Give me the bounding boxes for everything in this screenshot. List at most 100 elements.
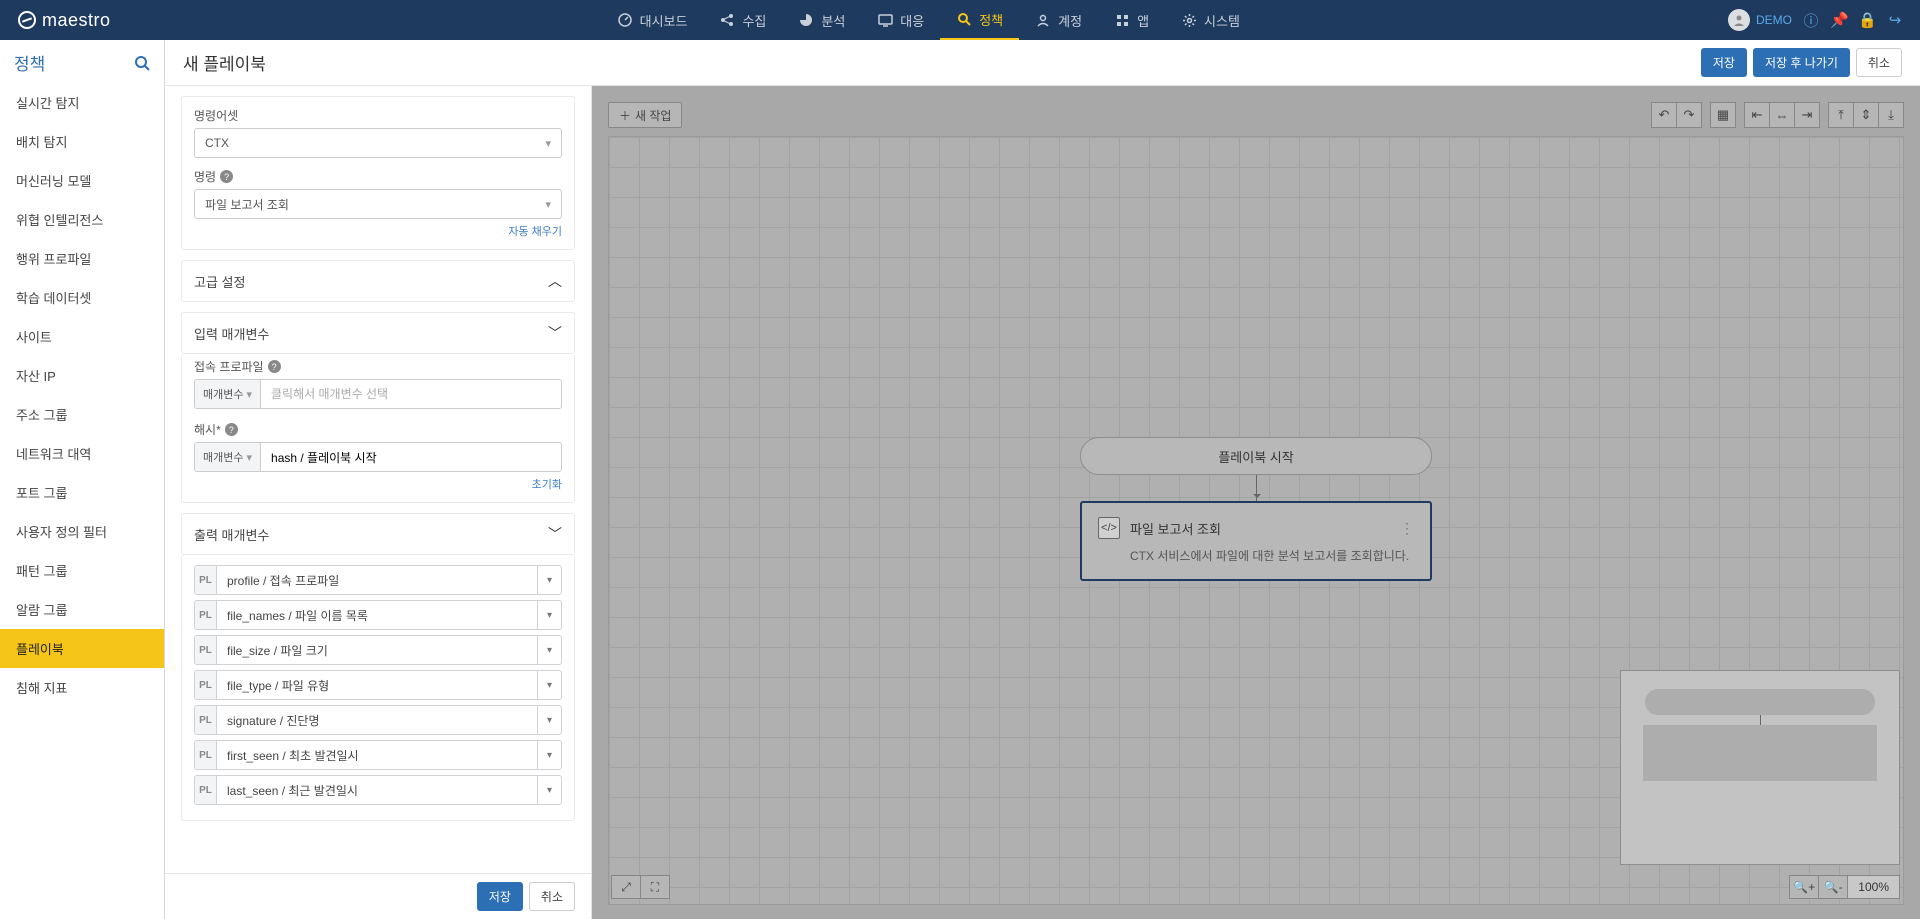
- cmd-select[interactable]: 파일 보고서 조회 ▾: [194, 189, 562, 219]
- nav-collect[interactable]: 수집: [703, 0, 782, 40]
- task-node-title: 파일 보고서 조회: [1130, 519, 1221, 538]
- redo-button[interactable]: ↷: [1676, 102, 1702, 128]
- grid-button[interactable]: ▦: [1710, 102, 1736, 128]
- sidebar-item[interactable]: 실시간 탐지: [0, 83, 164, 122]
- nav-app[interactable]: 앱: [1098, 0, 1165, 40]
- output-param-label: profile / 접속 프로파일: [217, 572, 537, 589]
- logo-icon: [18, 11, 36, 29]
- save-button[interactable]: 저장: [1701, 48, 1747, 77]
- param-tag[interactable]: 매개변수 ▾: [195, 380, 261, 408]
- info-icon[interactable]: ⓘ: [1802, 10, 1820, 31]
- sidebar-item[interactable]: 사용자 정의 필터: [0, 512, 164, 551]
- reset-link[interactable]: 초기화: [194, 476, 562, 492]
- align-bottom-button[interactable]: ⤓: [1878, 102, 1904, 128]
- sidebar-item[interactable]: 패턴 그룹: [0, 551, 164, 590]
- output-param-label: file_names / 파일 이름 목록: [217, 607, 537, 624]
- help-icon[interactable]: ?: [268, 360, 281, 373]
- nav-account[interactable]: 계정: [1019, 0, 1098, 40]
- align-left-button[interactable]: ⇤: [1744, 102, 1770, 128]
- profile-input-row: 매개변수 ▾: [194, 379, 562, 409]
- new-task-button[interactable]: ＋ 새 작업: [608, 102, 682, 128]
- output-params-section-toggle[interactable]: 출력 매개변수 ﹀: [181, 513, 575, 555]
- nav-analysis[interactable]: 분석: [782, 0, 861, 40]
- output-param-dropdown[interactable]: ▾: [537, 706, 561, 734]
- output-param-dropdown[interactable]: ▾: [537, 636, 561, 664]
- nav-dashboard[interactable]: 대시보드: [601, 0, 704, 40]
- chevron-down-icon: ▾: [246, 388, 252, 401]
- avatar-icon: [1728, 9, 1750, 31]
- align-top-button[interactable]: ⤒: [1828, 102, 1854, 128]
- align-center-button[interactable]: ⇔: [1769, 102, 1795, 128]
- nav-response[interactable]: 대응: [861, 0, 940, 40]
- start-node-label: 플레이북 시작: [1218, 447, 1293, 466]
- output-params-label: 출력 매개변수: [194, 525, 269, 544]
- sidebar-item[interactable]: 위협 인텔리전스: [0, 200, 164, 239]
- sidebar-search-icon[interactable]: [134, 55, 150, 71]
- input-params-section-toggle[interactable]: 입력 매개변수 ﹀: [181, 312, 575, 354]
- autofill-link[interactable]: 자동 채우기: [194, 223, 562, 239]
- share-icon: [719, 12, 735, 28]
- hash-input[interactable]: [261, 443, 561, 471]
- logout-icon[interactable]: ↪: [1886, 11, 1904, 29]
- output-param-dropdown[interactable]: ▾: [537, 671, 561, 699]
- grid-icon: [1114, 12, 1130, 28]
- sidebar-item[interactable]: 포트 그룹: [0, 473, 164, 512]
- output-param-dropdown[interactable]: ▾: [537, 601, 561, 629]
- sidebar-item[interactable]: 네트워크 대역: [0, 434, 164, 473]
- advanced-section-toggle[interactable]: 고급 설정 ︿: [181, 260, 575, 302]
- sidebar-item[interactable]: 침해 지표: [0, 668, 164, 707]
- align-right-button[interactable]: ⇥: [1794, 102, 1820, 128]
- sidebar-item[interactable]: 학습 데이터셋: [0, 278, 164, 317]
- cmdset-select[interactable]: CTX ▾: [194, 128, 562, 158]
- task-node[interactable]: </> 파일 보고서 조회 ⋮ CTX 서비스에서 파일에 대한 분석 보고서를…: [1080, 501, 1432, 581]
- output-param-dropdown[interactable]: ▾: [537, 776, 561, 804]
- sidebar-item[interactable]: 플레이북: [0, 629, 164, 668]
- save-exit-button[interactable]: 저장 후 나가기: [1753, 48, 1850, 77]
- zoom-out-button[interactable]: 🔍-: [1818, 875, 1848, 899]
- panel-cancel-button[interactable]: 취소: [529, 882, 575, 911]
- plus-icon: ＋: [619, 107, 631, 124]
- output-param-label: file_type / 파일 유형: [217, 677, 537, 694]
- zoom-in-button[interactable]: 🔍+: [1789, 875, 1819, 899]
- help-icon[interactable]: ?: [220, 170, 233, 183]
- lock-icon[interactable]: 🔒: [1858, 11, 1876, 29]
- minimap-start: [1645, 689, 1875, 715]
- panel-save-button[interactable]: 저장: [477, 882, 523, 911]
- fit-screen-button[interactable]: ⛶: [640, 875, 670, 899]
- output-param-dropdown[interactable]: ▾: [537, 741, 561, 769]
- output-param-item: PLfile_size / 파일 크기▾: [194, 635, 562, 665]
- top-right: DEMO ⓘ 📌 🔒 ↪: [1728, 9, 1920, 31]
- pin-icon[interactable]: 📌: [1830, 11, 1848, 29]
- nav-policy[interactable]: 정책: [940, 0, 1019, 40]
- align-middle-button[interactable]: ⇕: [1853, 102, 1879, 128]
- code-icon: </>: [1098, 517, 1120, 539]
- minimap[interactable]: [1620, 670, 1900, 865]
- panel-footer: 저장 취소: [165, 873, 591, 919]
- help-icon[interactable]: ?: [225, 423, 238, 436]
- fit-width-button[interactable]: ⤢: [611, 875, 641, 899]
- output-param-item: PLfirst_seen / 최초 발견일시▾: [194, 740, 562, 770]
- sidebar-item[interactable]: 행위 프로파일: [0, 239, 164, 278]
- page-title: 새 플레이북: [183, 50, 1701, 75]
- sidebar-item[interactable]: 알람 그룹: [0, 590, 164, 629]
- sidebar-item[interactable]: 주소 그룹: [0, 395, 164, 434]
- sidebar-item[interactable]: 배치 탐지: [0, 122, 164, 161]
- canvas-wrap: ＋ 새 작업 ↶ ↷ ▦ ⇤ ⇔: [592, 86, 1920, 919]
- chevron-down-icon: ▾: [545, 137, 551, 150]
- start-node[interactable]: 플레이북 시작: [1080, 437, 1432, 475]
- profile-input[interactable]: [261, 380, 561, 408]
- output-param-dropdown[interactable]: ▾: [537, 566, 561, 594]
- param-tag[interactable]: 매개변수 ▾: [195, 443, 261, 471]
- app-logo[interactable]: maestro: [0, 10, 129, 31]
- sidebar-item[interactable]: 자산 IP: [0, 356, 164, 395]
- undo-button[interactable]: ↶: [1651, 102, 1677, 128]
- node-menu-icon[interactable]: ⋮: [1400, 520, 1414, 537]
- canvas-toolbar: ＋ 새 작업 ↶ ↷ ▦ ⇤ ⇔: [608, 100, 1904, 130]
- sidebar-item[interactable]: 머신러닝 모델: [0, 161, 164, 200]
- sidebar-item[interactable]: 사이트: [0, 317, 164, 356]
- user-badge[interactable]: DEMO: [1728, 9, 1792, 31]
- zoom-level[interactable]: 100%: [1847, 875, 1900, 899]
- cancel-button[interactable]: 취소: [1856, 48, 1902, 77]
- nav-system[interactable]: 시스템: [1165, 0, 1256, 40]
- nav-label: 분석: [821, 11, 845, 30]
